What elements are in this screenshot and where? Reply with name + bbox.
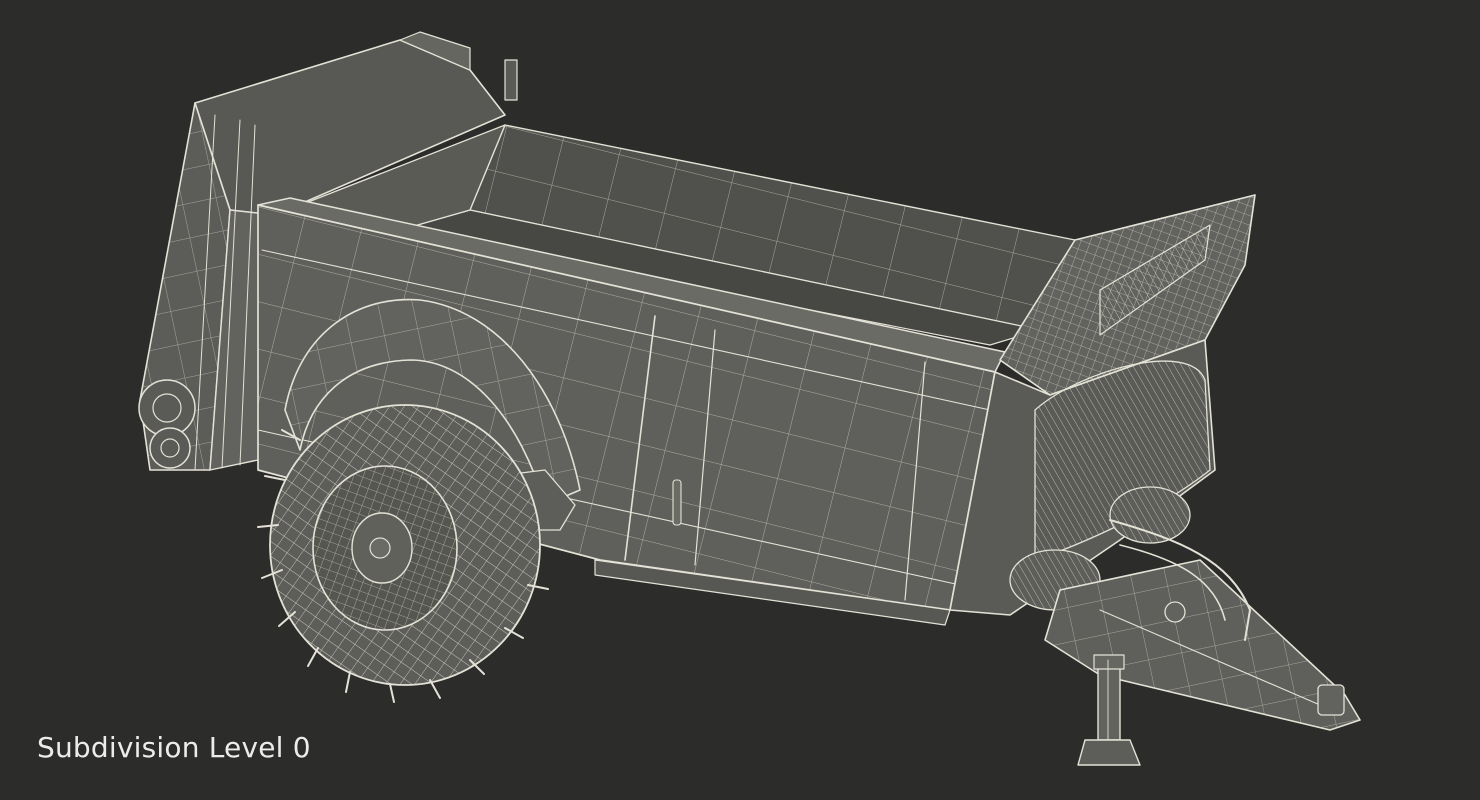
manure-spreader-wireframe-model (138, 31, 1361, 766)
subdivision-level-caption: Subdivision Level 0 (37, 731, 311, 764)
model-geometry (138, 31, 1361, 766)
render-viewport: Subdivision Level 0 (0, 0, 1480, 800)
